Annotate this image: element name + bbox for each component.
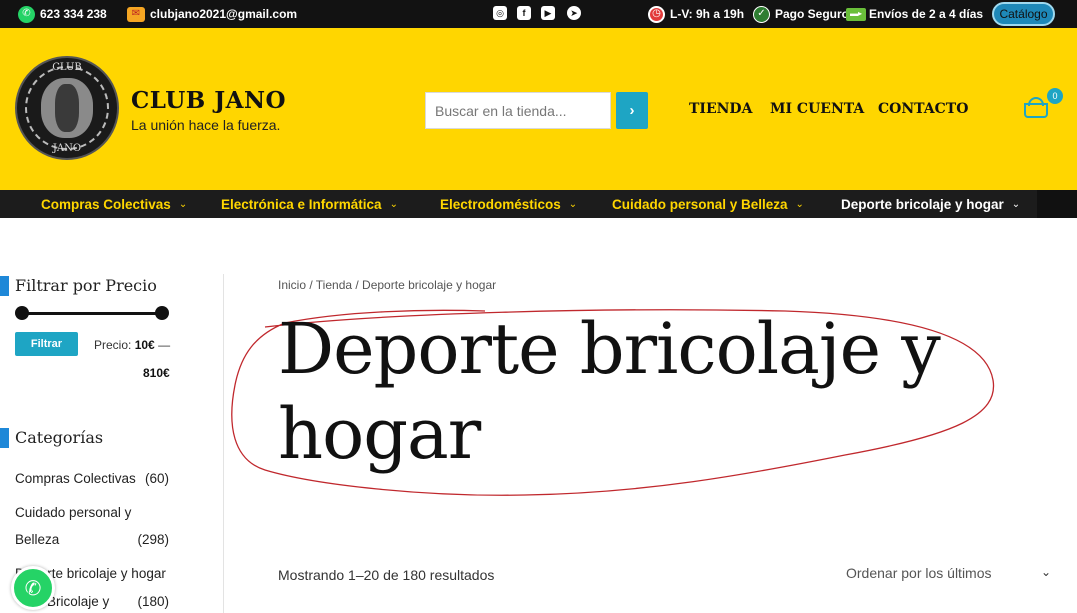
category-name: Cuidado personal y [15,505,132,520]
top-bar: ✆ 623 334 238 ✉ clubjano2021@gmail.com ◎… [0,0,1077,28]
category-name: Bricolaje y [47,594,110,609]
category-name: Belleza [15,532,60,547]
category-nav: Compras Colectivas ⌄ Electrónica e Infor… [0,190,1077,218]
price-slider-max-handle[interactable] [155,306,169,320]
price-slider-min-handle[interactable] [15,306,29,320]
nav-tienda[interactable]: TIENDA [689,101,752,117]
category-list-item[interactable]: Bricolaje y (180) [47,594,169,609]
section-marker [0,428,9,448]
price-slider-track[interactable] [22,312,162,315]
price-separator: — [158,338,171,352]
category-label: Electrónica e Informática [221,196,382,212]
chevron-right-icon: › [629,102,635,119]
whatsapp-float-button[interactable]: ✆ [11,566,55,610]
facebook-icon[interactable]: f [517,6,531,20]
category-cuidado-personal[interactable]: Cuidado personal y Belleza ⌄ [612,190,804,218]
hours-text: L-V: 9h a 19h [670,7,745,21]
category-electronica[interactable]: Electrónica e Informática ⌄ [221,190,398,218]
shipping-info: ▬▸ Envíos de 2 a 4 días [846,0,983,28]
payment-info: ✓ Pago Seguro [753,0,849,28]
phone-number: 623 334 238 [40,7,107,21]
price-prefix: Precio: [94,338,132,352]
price-min: 10€ [134,338,155,352]
category-count: (60) [144,471,169,486]
category-compras-colectivas[interactable]: Compras Colectivas ⌄ [41,190,187,218]
search-input[interactable] [425,92,611,129]
instagram-icon[interactable]: ◎ [493,6,507,20]
category-list-item[interactable]: Cuidado personal y [15,505,169,520]
catalog-button[interactable]: Catálogo [992,2,1055,26]
chevron-down-icon: ⌄ [568,198,578,210]
sidebar-divider [223,274,224,613]
cart-count-badge: 0 [1047,88,1063,104]
hours-info: ◷ L-V: 9h a 19h [648,0,744,28]
chevron-down-icon: ⌄ [389,198,398,210]
mail-icon: ✉ [127,6,145,22]
shield-icon: ✓ [753,5,770,23]
category-list-item[interactable]: Belleza (298) [15,532,169,547]
nav-mi-cuenta[interactable]: MI CUENTA [770,101,864,117]
phone-contact[interactable]: ✆ 623 334 238 [18,0,107,28]
logo-text-top: CLUB [52,62,82,73]
nav-contacto[interactable]: CONTACTO [878,101,968,117]
site-logo[interactable]: CLUB JANO [15,56,119,160]
search-button[interactable]: › [616,92,648,129]
site-header: CLUB JANO CLUB JANO La unión hace la fue… [0,28,1077,190]
youtube-icon[interactable]: ▶ [541,6,555,20]
category-count: (298) [137,532,169,547]
category-label: Compras Colectivas [41,196,171,212]
chevron-down-icon: ⌄ [795,198,804,210]
category-list-item[interactable]: Compras Colectivas (60) [15,471,169,486]
whatsapp-icon: ✆ [24,577,42,600]
chevron-down-icon: ⌄ [178,198,188,210]
price-max: 810€ [143,366,170,380]
filter-button[interactable]: Filtrar [15,332,78,356]
sort-select[interactable]: Ordenar por los últimos [846,565,992,581]
chevron-down-icon: ⌄ [1011,198,1021,210]
clock-icon: ◷ [648,5,665,23]
category-label: Electrodomésticos [440,196,561,212]
results-count: Mostrando 1–20 de 180 resultados [278,567,495,583]
price-filter-title: Filtrar por Precio [15,276,157,295]
whatsapp-icon: ✆ [18,5,35,23]
category-name: Compras Colectivas [15,471,136,486]
category-count: (180) [137,594,169,609]
page-title: Deporte bricolaje y hogar [278,308,941,475]
payment-text: Pago Seguro [775,7,850,21]
categories-title: Categorías [15,428,104,447]
site-title[interactable]: CLUB JANO [131,87,286,114]
chevron-down-icon[interactable]: ⌄ [1041,565,1051,579]
email-address: clubjano2021@gmail.com [150,7,298,21]
logo-face-shadow [55,84,79,132]
logo-text-bottom: JANO [52,143,82,154]
site-tagline: La unión hace la fuerza. [131,117,281,133]
price-range-label: Precio: 10€ — [94,338,170,352]
telegram-icon[interactable]: ➤ [567,6,581,20]
shipping-text: Envíos de 2 a 4 días [869,7,984,21]
section-marker [0,276,9,296]
category-label: Cuidado personal y Belleza [612,196,788,212]
category-electrodomesticos[interactable]: Electrodomésticos ⌄ [440,190,577,218]
breadcrumb[interactable]: Inicio / Tienda / Deporte bricolaje y ho… [278,278,496,292]
email-contact[interactable]: ✉ clubjano2021@gmail.com [127,0,297,28]
category-label: Deporte bricolaje y hogar [841,196,1004,212]
truck-icon: ▬▸ [846,7,866,21]
cart-basket [1024,103,1048,118]
category-deporte-bricolaje[interactable]: Deporte bricolaje y hogar ⌄ [841,190,1020,218]
